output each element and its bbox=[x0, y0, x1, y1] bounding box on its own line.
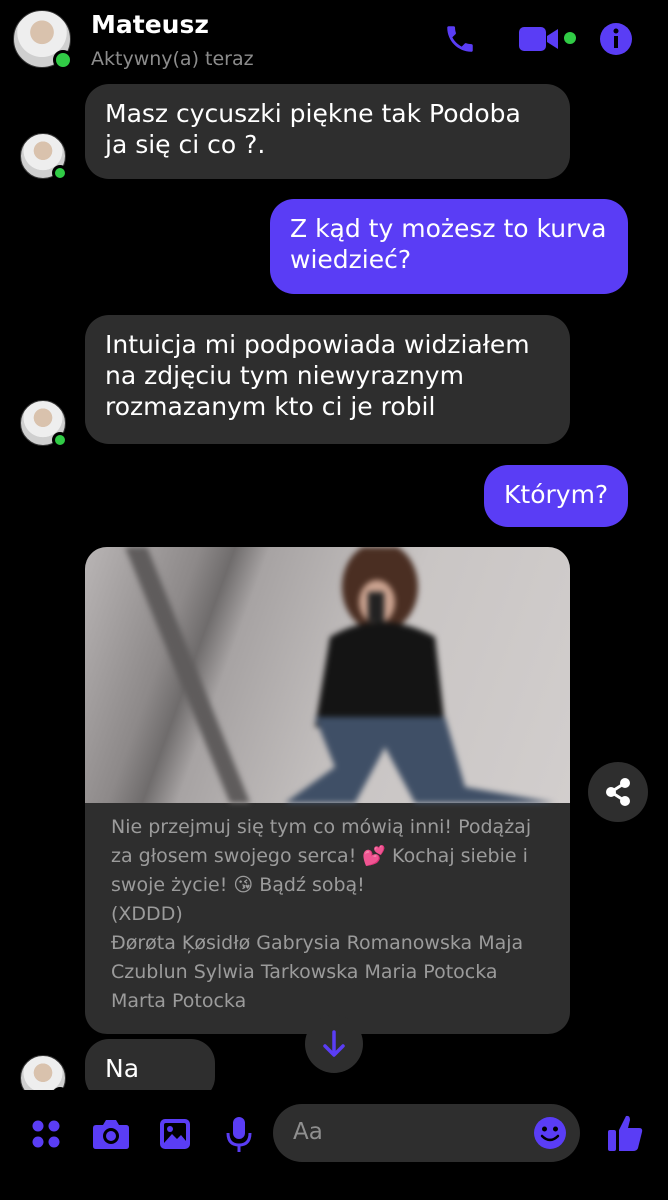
microphone-icon[interactable] bbox=[224, 1115, 254, 1153]
contact-avatar[interactable] bbox=[13, 10, 73, 70]
message-input-placeholder: Aa bbox=[293, 1119, 323, 1145]
message-input[interactable]: Aa bbox=[273, 1104, 580, 1162]
contact-name[interactable]: Mateusz bbox=[91, 10, 209, 39]
chat-header: Mateusz Aktywny(a) teraz bbox=[0, 0, 668, 80]
phone-icon[interactable] bbox=[443, 22, 477, 56]
thumbs-up-icon[interactable] bbox=[606, 1113, 644, 1153]
online-indicator bbox=[52, 432, 68, 448]
info-icon[interactable] bbox=[599, 22, 633, 56]
shared-post-caption: Nie przejmuj się tym co mówią inni! Podą… bbox=[111, 816, 532, 1012]
blurred-photo-figure bbox=[125, 547, 555, 803]
message-bubble-outgoing[interactable]: Którym? bbox=[484, 465, 628, 527]
apps-icon[interactable] bbox=[30, 1118, 62, 1150]
shared-post-photo[interactable] bbox=[85, 547, 570, 803]
share-button[interactable] bbox=[588, 762, 648, 822]
message-bubble-outgoing[interactable]: Z kąd ty możesz to kurva wiedzieć? bbox=[270, 199, 628, 294]
online-indicator bbox=[53, 50, 73, 70]
sender-avatar[interactable] bbox=[20, 133, 68, 181]
share-icon bbox=[606, 778, 630, 806]
video-available-indicator bbox=[564, 32, 576, 44]
contact-status: Aktywny(a) teraz bbox=[91, 48, 254, 70]
arrow-down-icon bbox=[323, 1030, 345, 1057]
video-camera-icon[interactable] bbox=[518, 24, 560, 54]
emoji-icon[interactable] bbox=[533, 1116, 567, 1150]
scroll-to-bottom-button[interactable] bbox=[305, 1015, 363, 1073]
message-bubble-incoming[interactable]: Masz cycuszki piękne tak Podoba ja się c… bbox=[85, 84, 570, 179]
gallery-icon[interactable] bbox=[158, 1117, 192, 1151]
message-bubble-incoming[interactable]: Intuicja mi podpowiada widziałem na zdję… bbox=[85, 315, 570, 444]
camera-icon[interactable] bbox=[92, 1118, 130, 1150]
sender-avatar[interactable] bbox=[20, 400, 68, 448]
shared-post-card[interactable]: Nie przejmuj się tym co mówią inni! Podą… bbox=[85, 547, 570, 1034]
online-indicator bbox=[52, 165, 68, 181]
